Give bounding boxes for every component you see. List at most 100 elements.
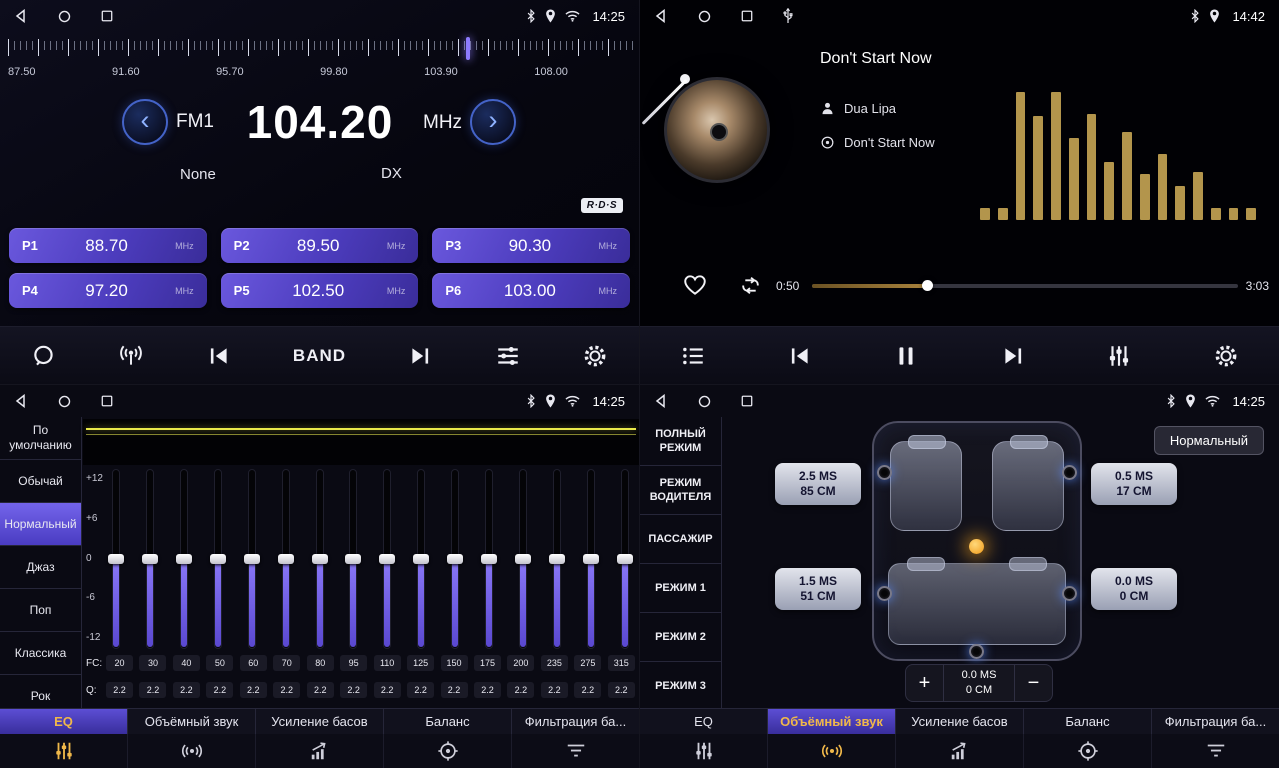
eq-slider-handle[interactable]	[481, 554, 497, 564]
eq-preset-item[interactable]: Рок	[0, 675, 81, 708]
preset-button[interactable]: P2 89.50 MHz	[221, 228, 419, 263]
recents-square-icon[interactable]	[741, 395, 753, 407]
eq-band-slider[interactable]	[108, 469, 124, 649]
eq-tab-icon[interactable]	[640, 734, 768, 768]
eq-band-slider[interactable]	[379, 469, 395, 649]
home-circle-icon[interactable]	[698, 395, 711, 408]
tune-down-button[interactable]: ‹	[122, 99, 168, 145]
eq-tab-icon[interactable]	[0, 734, 128, 768]
listening-mode-item[interactable]: ПАССАЖИР	[640, 515, 721, 564]
delay-decrease-button[interactable]: −	[1015, 673, 1052, 693]
listening-mode-item[interactable]: РЕЖИМ 1	[640, 564, 721, 613]
listening-mode-item[interactable]: РЕЖИМ 3	[640, 662, 721, 708]
eq-band-slider[interactable]	[413, 469, 429, 649]
eq-slider-handle[interactable]	[345, 554, 361, 564]
rear-center-speaker-icon[interactable]	[969, 644, 984, 659]
audio-tab[interactable]: Фильтрация ба...	[1152, 709, 1279, 734]
surround-tab-icon[interactable]	[128, 734, 256, 768]
bass-boost-tab-icon[interactable]	[896, 734, 1024, 768]
eq-slider-handle[interactable]	[108, 554, 124, 564]
eq-preset-item[interactable]: Классика	[0, 632, 81, 675]
eq-slider-handle[interactable]	[176, 554, 192, 564]
listening-mode-item[interactable]: РЕЖИМ ВОДИТЕЛЯ	[640, 466, 721, 515]
band-button[interactable]: BAND	[293, 346, 346, 366]
eq-slider-handle[interactable]	[447, 554, 463, 564]
surround-preset-button[interactable]: Нормальный	[1154, 426, 1264, 455]
listening-mode-item[interactable]: РЕЖИМ 2	[640, 613, 721, 662]
broadcast-icon-button[interactable]	[118, 343, 144, 369]
eq-slider-handle[interactable]	[244, 554, 260, 564]
audio-tab[interactable]: Объёмный звук	[768, 709, 896, 734]
previous-station-button[interactable]	[206, 343, 232, 369]
surround-tab-icon[interactable]	[768, 734, 896, 768]
playlist-button[interactable]	[680, 343, 706, 369]
eq-band-slider[interactable]	[142, 469, 158, 649]
filter-tab-icon[interactable]	[1152, 734, 1279, 768]
recents-square-icon[interactable]	[101, 10, 113, 22]
back-icon[interactable]	[654, 9, 668, 23]
eq-band-slider[interactable]	[617, 469, 633, 649]
eq-slider-handle[interactable]	[142, 554, 158, 564]
tune-settings-button[interactable]	[495, 343, 521, 369]
audio-tab[interactable]: Объёмный звук	[128, 709, 256, 734]
preset-button[interactable]: P6 103.00 MHz	[432, 273, 630, 308]
scan-button[interactable]	[31, 343, 57, 369]
next-track-button[interactable]	[1000, 343, 1026, 369]
rear-right-delay[interactable]: 0.0 MS 0 CM	[1091, 568, 1177, 610]
home-circle-icon[interactable]	[58, 10, 71, 23]
audio-tab[interactable]: Баланс	[384, 709, 512, 734]
eq-band-slider[interactable]	[244, 469, 260, 649]
settings-gear-button[interactable]	[1213, 343, 1239, 369]
eq-band-slider[interactable]	[278, 469, 294, 649]
rear-left-speaker-icon[interactable]	[877, 586, 892, 601]
delay-increase-button[interactable]: +	[906, 673, 943, 693]
audio-tab[interactable]: Баланс	[1024, 709, 1152, 734]
recents-square-icon[interactable]	[101, 395, 113, 407]
home-circle-icon[interactable]	[58, 395, 71, 408]
rear-right-speaker-icon[interactable]	[1062, 586, 1077, 601]
front-left-speaker-icon[interactable]	[877, 465, 892, 480]
eq-slider-handle[interactable]	[210, 554, 226, 564]
eq-slider-handle[interactable]	[583, 554, 599, 564]
next-station-button[interactable]	[407, 343, 433, 369]
settings-gear-button[interactable]	[582, 343, 608, 369]
audio-tab[interactable]: Усиление басов	[256, 709, 384, 734]
eq-preset-item[interactable]: Поп	[0, 589, 81, 632]
previous-track-button[interactable]	[787, 343, 813, 369]
progress-thumb[interactable]	[922, 280, 933, 291]
tune-up-button[interactable]: ›	[470, 99, 516, 145]
audio-tab[interactable]: Фильтрация ба...	[512, 709, 639, 734]
eq-band-slider[interactable]	[210, 469, 226, 649]
eq-preset-item[interactable]: По умолчанию	[0, 417, 81, 460]
equalizer-button[interactable]	[1106, 343, 1132, 369]
frequency-ruler[interactable]	[0, 36, 639, 62]
eq-band-slider[interactable]	[312, 469, 328, 649]
front-right-delay[interactable]: 0.5 MS 17 CM	[1091, 463, 1177, 505]
back-icon[interactable]	[654, 394, 668, 408]
eq-slider-handle[interactable]	[549, 554, 565, 564]
audio-tab[interactable]: EQ	[0, 709, 128, 734]
balance-tab-icon[interactable]	[384, 734, 512, 768]
eq-band-slider[interactable]	[549, 469, 565, 649]
eq-slider-handle[interactable]	[312, 554, 328, 564]
front-right-speaker-icon[interactable]	[1062, 465, 1077, 480]
eq-band-slider[interactable]	[176, 469, 192, 649]
audio-tab[interactable]: EQ	[640, 709, 768, 734]
eq-preset-item[interactable]: Обычай	[0, 460, 81, 503]
pause-button[interactable]	[893, 343, 919, 369]
progress-bar[interactable]	[812, 284, 1238, 288]
eq-preset-item[interactable]: Джаз	[0, 546, 81, 589]
recents-square-icon[interactable]	[741, 10, 753, 22]
back-icon[interactable]	[14, 394, 28, 408]
preset-button[interactable]: P1 88.70 MHz	[9, 228, 207, 263]
eq-slider-handle[interactable]	[379, 554, 395, 564]
preset-button[interactable]: P4 97.20 MHz	[9, 273, 207, 308]
eq-band-slider[interactable]	[447, 469, 463, 649]
eq-band-slider[interactable]	[515, 469, 531, 649]
eq-slider-handle[interactable]	[278, 554, 294, 564]
repeat-button[interactable]	[738, 273, 763, 298]
eq-band-slider[interactable]	[345, 469, 361, 649]
preset-button[interactable]: P3 90.30 MHz	[432, 228, 630, 263]
eq-slider-handle[interactable]	[515, 554, 531, 564]
preset-button[interactable]: P5 102.50 MHz	[221, 273, 419, 308]
